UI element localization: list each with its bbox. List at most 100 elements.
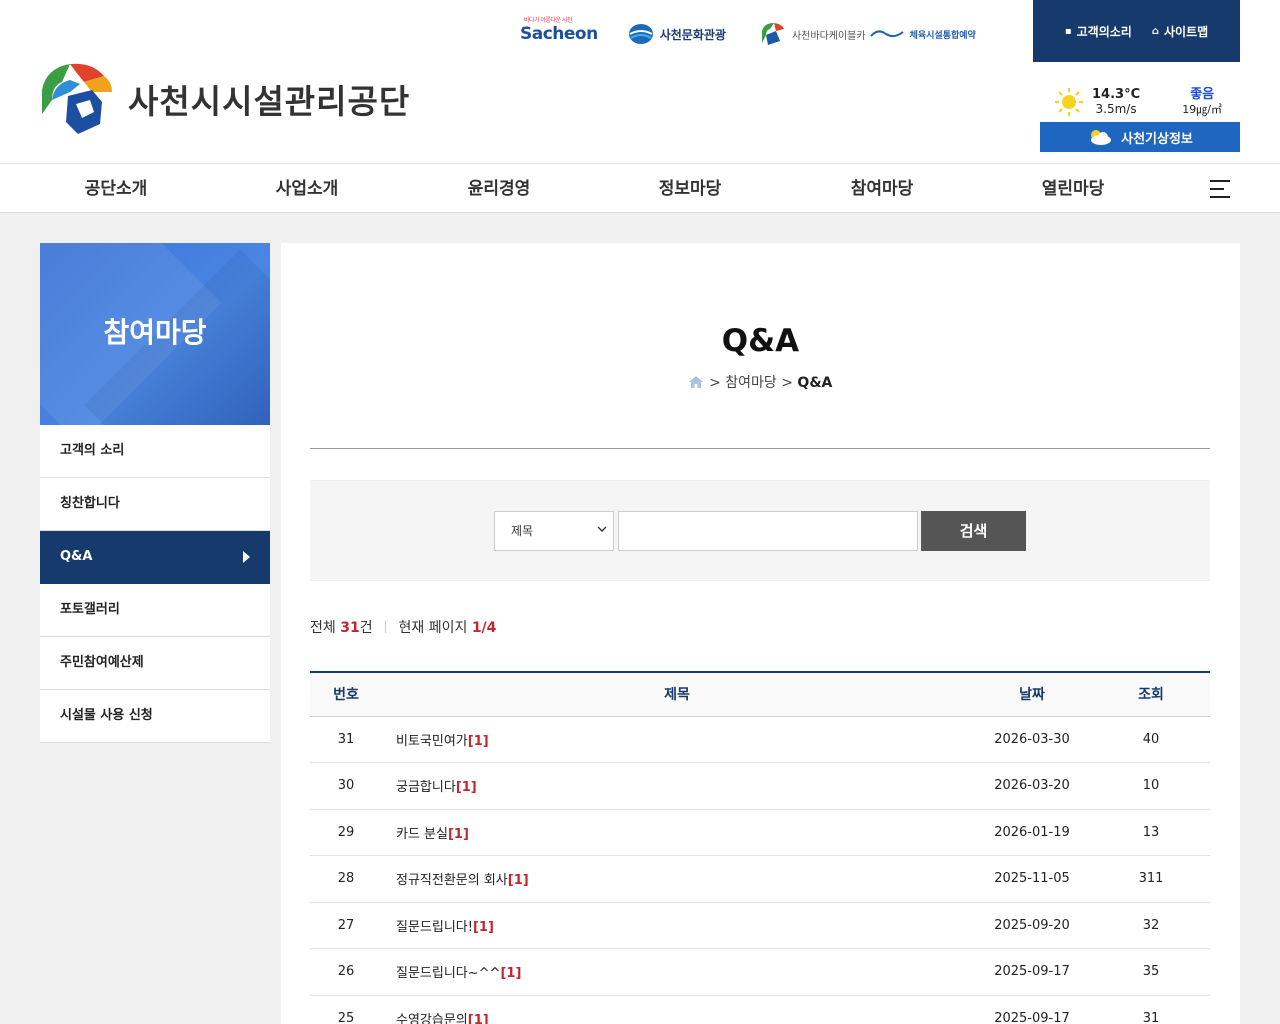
row-subject: 궁금합니다	[396, 780, 456, 796]
divider	[310, 448, 1210, 449]
sacheon-city-link[interactable]: 바다가 아름다운 사천 Sacheon	[520, 17, 598, 44]
arrow-right-icon	[243, 551, 250, 563]
column-header-number: 번호	[310, 671, 382, 717]
table-row: 25 수영강습문의[1] 2025-09-17 31	[310, 995, 1210, 1024]
cable-car-label: 사천바다케이블카	[791, 30, 866, 42]
page-value: 1/4	[471, 620, 497, 636]
logo-text: 사천시시설관리공단	[128, 82, 411, 121]
weather-widget: 14.3°C 3.5m/s 좋음 19㎍/㎥ 사천기상정보	[1040, 84, 1240, 152]
column-header-subject: 제목	[382, 671, 972, 717]
column-header-views: 조회	[1092, 671, 1210, 717]
weather-info-label: 사천기상정보	[1121, 131, 1193, 147]
comment-count: [1]	[447, 826, 469, 842]
total-unit: 건	[359, 620, 373, 636]
row-date: 2025-11-05	[972, 855, 1092, 903]
row-views: 40	[1092, 716, 1210, 763]
breadcrumb-parent[interactable]: 참여마당	[725, 375, 777, 391]
wave-icon	[869, 30, 904, 38]
document-icon: ▪	[1064, 25, 1072, 37]
table-row: 27 질문드립니다![1] 2025-09-20 32	[310, 902, 1210, 949]
table-row: 28 정규직전환문의 회사[1] 2025-11-05 311	[310, 855, 1210, 903]
sacheon-slogan: 바다가 아름다운 사천	[524, 17, 573, 24]
cloud-icon	[1091, 130, 1112, 145]
row-views: 31	[1092, 995, 1210, 1024]
row-date: 2025-09-17	[972, 995, 1092, 1024]
row-number: 26	[310, 948, 382, 996]
row-date: 2025-09-20	[972, 902, 1092, 949]
lnb-item-label: 주민참여예산제	[60, 655, 144, 670]
search-field-select[interactable]: 제목	[494, 511, 614, 551]
lnb-item-label: 칭찬합니다	[60, 496, 120, 511]
sitemap-label: 사이트맵	[1163, 24, 1209, 39]
row-number: 29	[310, 809, 382, 856]
row-date: 2026-01-19	[972, 809, 1092, 856]
divider	[385, 621, 387, 633]
search-button[interactable]: 검색	[921, 511, 1026, 551]
row-subject-link[interactable]: 수영강습문의[1]	[382, 995, 972, 1024]
section-title-banner: 참여마당	[40, 243, 270, 425]
main-navigation: 공단소개 사업소개 윤리경영 정보마당 참여마당 열린마당	[0, 163, 1280, 213]
comment-count: [1]	[467, 1012, 489, 1024]
comment-count: [1]	[500, 966, 522, 982]
fine-dust-value: 19㎍/㎥	[1182, 103, 1222, 116]
cable-car-link[interactable]: 사천바다케이블카	[756, 21, 866, 47]
row-subject-link[interactable]: 정규직전환문의 회사[1]	[382, 855, 972, 903]
gnb-item-business[interactable]: 사업소개	[232, 164, 382, 214]
row-subject-link[interactable]: 질문드립니다~^^[1]	[382, 948, 972, 996]
row-views: 13	[1092, 809, 1210, 856]
search-input[interactable]	[618, 511, 918, 551]
row-date: 2026-03-20	[972, 762, 1092, 810]
home-icon[interactable]	[688, 376, 703, 388]
family-site-links: 바다가 아름다운 사천 Sacheon 사천문화관광 사천바다케이블카 체육시설…	[520, 14, 1006, 54]
table-header-row: 번호 제목 날짜 조회	[310, 671, 1210, 717]
total-label: 전체	[310, 620, 336, 636]
breadcrumb-current: Q&A	[797, 375, 833, 391]
gnb-item-participation[interactable]: 참여마당	[807, 164, 957, 214]
customer-voice-link[interactable]: ▪ 고객의소리	[1065, 23, 1132, 40]
customer-voice-label: 고객의소리	[1076, 24, 1132, 39]
hamburger-icon[interactable]	[1210, 180, 1230, 198]
row-subject-link[interactable]: 질문드립니다![1]	[382, 902, 972, 949]
row-subject-link[interactable]: 궁금합니다[1]	[382, 762, 972, 810]
chevron-down-icon	[597, 526, 607, 532]
row-views: 35	[1092, 948, 1210, 996]
gnb-item-open[interactable]: 열린마당	[998, 164, 1148, 214]
row-subject-link[interactable]: 카드 분실[1]	[382, 809, 972, 856]
column-header-date: 날짜	[972, 671, 1092, 717]
row-date: 2025-09-17	[972, 948, 1092, 996]
culture-tour-label: 사천문화관광	[659, 27, 726, 42]
weather-info-button[interactable]: 사천기상정보	[1040, 122, 1240, 152]
comment-count: [1]	[455, 780, 477, 796]
row-subject: 정규직전환문의 회사	[396, 873, 508, 889]
lnb-item-participatory-budget[interactable]: 주민참여예산제	[40, 637, 270, 690]
row-subject-link[interactable]: 비토국민여가[1]	[382, 716, 972, 763]
lnb-item-customer-voice[interactable]: 고객의 소리	[40, 425, 270, 478]
comment-count: [1]	[507, 873, 529, 889]
row-views: 32	[1092, 902, 1210, 949]
culture-tour-logo-icon	[628, 24, 653, 44]
lnb-item-photo-gallery[interactable]: 포토갤러리	[40, 584, 270, 637]
site-logo[interactable]: 사천시시설관리공단	[40, 62, 410, 136]
qna-table: 번호 제목 날짜 조회 31 비토국민여가[1] 2026-03-30 40 3…	[310, 671, 1210, 1024]
corporation-logo-mark-icon	[42, 63, 112, 134]
gnb-item-ethics[interactable]: 윤리경영	[424, 164, 574, 214]
breadcrumb-separator: >	[781, 375, 793, 391]
sitemap-link[interactable]: ⌂ 사이트맵	[1152, 23, 1208, 40]
row-views: 311	[1092, 855, 1210, 903]
culture-tour-link[interactable]: 사천문화관광	[628, 23, 726, 45]
lnb-item-facility-request[interactable]: 시설물 사용 신청	[40, 690, 270, 743]
sports-booking-link[interactable]: 체육시설통합예약	[869, 28, 976, 41]
air-quality-grade: 좋음	[1190, 87, 1215, 102]
sub-menu-list: 고객의 소리 칭찬합니다 Q&A 포토갤러리 주민참여예산제 시설물 사용 신청	[40, 425, 270, 743]
lnb-item-praise[interactable]: 칭찬합니다	[40, 478, 270, 531]
utility-menu: ▪ 고객의소리 ⌂ 사이트맵	[1033, 0, 1240, 62]
gnb-item-info[interactable]: 정보마당	[615, 164, 765, 214]
row-subject: 질문드립니다~^^	[396, 966, 501, 982]
section-title: 참여마당	[103, 316, 207, 349]
gnb-item-about[interactable]: 공단소개	[41, 164, 191, 214]
table-row: 26 질문드립니다~^^[1] 2025-09-17 35	[310, 948, 1210, 996]
lnb-item-qna[interactable]: Q&A	[40, 531, 270, 584]
sports-booking-label: 체육시설통합예약	[909, 30, 976, 41]
search-panel: 제목 검색	[310, 480, 1210, 581]
table-row: 31 비토국민여가[1] 2026-03-30 40	[310, 716, 1210, 763]
